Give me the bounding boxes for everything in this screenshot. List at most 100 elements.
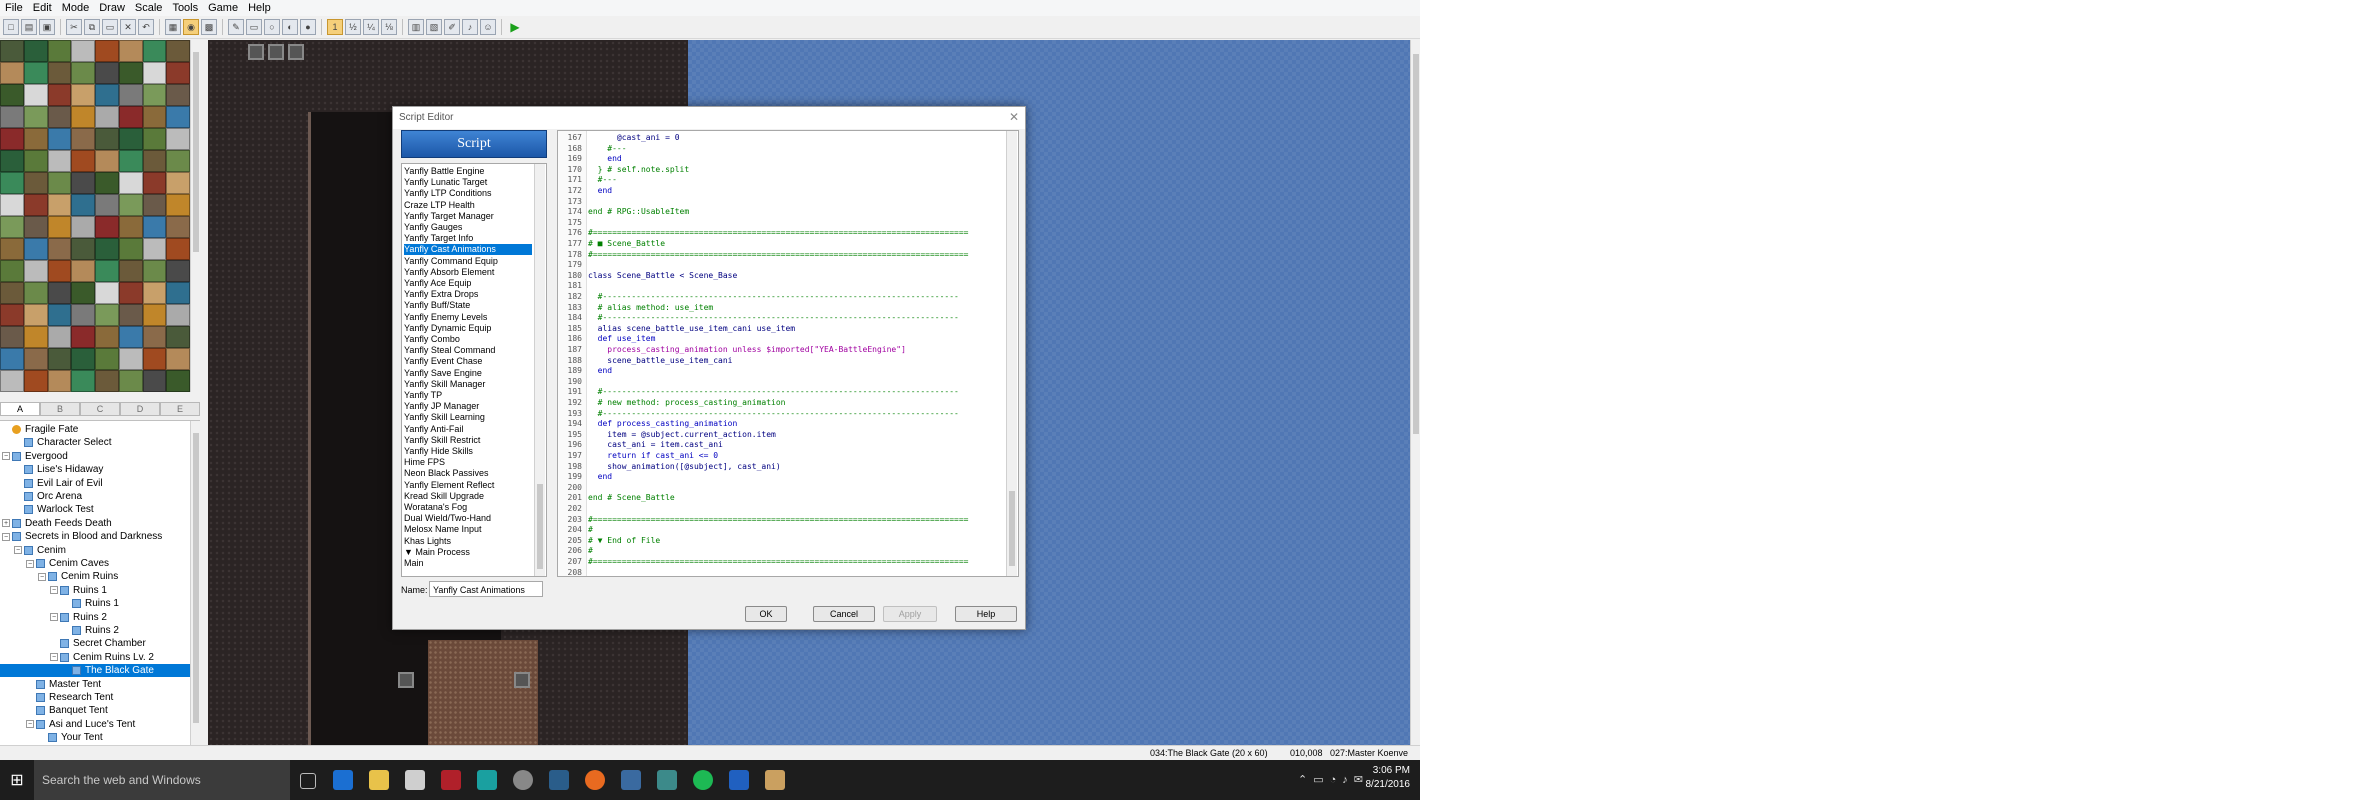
map-tree-item[interactable]: Banquet Tent: [0, 704, 200, 717]
open-project-icon[interactable]: ▤: [21, 19, 37, 35]
script-list-item[interactable]: Yanfly Steal Command: [404, 345, 532, 356]
script-list-item[interactable]: Kread Skill Upgrade: [404, 491, 532, 502]
paste-icon[interactable]: ▭: [102, 19, 118, 35]
zoom-half-icon[interactable]: ½: [345, 19, 361, 35]
tile[interactable]: [23, 40, 48, 62]
tile[interactable]: [23, 238, 48, 260]
tile[interactable]: [118, 370, 143, 392]
help-button[interactable]: Help: [955, 606, 1017, 622]
map-tree-item[interactable]: − Cenim Ruins Lv. 2: [0, 651, 200, 664]
tile-grid[interactable]: [0, 40, 190, 392]
menu-help[interactable]: Help: [243, 2, 276, 14]
app-icon-orange[interactable]: [585, 770, 605, 790]
map-tree-item[interactable]: − Cenim Caves: [0, 557, 200, 570]
tileset-palette[interactable]: [0, 40, 200, 392]
tile[interactable]: [47, 128, 72, 150]
script-list-item[interactable]: Yanfly Combo: [404, 334, 532, 345]
zoom-eighth-icon[interactable]: ⅛: [381, 19, 397, 35]
tile[interactable]: [0, 348, 24, 370]
script-list-item[interactable]: Neon Black Passives: [404, 468, 532, 479]
script-list-item[interactable]: Yanfly Cast Animations: [404, 244, 532, 256]
tile[interactable]: [0, 282, 24, 304]
tile[interactable]: [166, 216, 190, 238]
map-tree-item[interactable]: The Black Gate: [0, 664, 200, 678]
script-list-item[interactable]: Dual Wield/Two-Hand: [404, 513, 532, 524]
tile[interactable]: [95, 128, 119, 150]
script-list-item[interactable]: Yanfly Skill Manager: [404, 379, 532, 390]
tile[interactable]: [23, 304, 48, 326]
script-list-item[interactable]: Yanfly Skill Learning: [404, 412, 532, 423]
tile[interactable]: [118, 40, 143, 62]
pencil-icon[interactable]: ✎: [228, 19, 244, 35]
tile[interactable]: [0, 128, 24, 150]
map-tree-item[interactable]: Secret Chamber: [0, 637, 200, 650]
tile[interactable]: [166, 40, 190, 62]
tile[interactable]: [166, 106, 190, 128]
tile[interactable]: [0, 216, 24, 238]
tile[interactable]: [118, 238, 143, 260]
tile[interactable]: [95, 326, 119, 348]
tile[interactable]: [47, 62, 72, 84]
map-tree-item[interactable]: − Cenim: [0, 544, 200, 557]
collapse-icon[interactable]: −: [50, 653, 58, 662]
sound-test-icon[interactable]: ♪: [462, 19, 478, 35]
menu-scale[interactable]: Scale: [130, 2, 168, 14]
close-icon[interactable]: ✕: [1009, 110, 1019, 124]
tile[interactable]: [95, 150, 119, 172]
tile[interactable]: [47, 172, 72, 194]
menu-mode[interactable]: Mode: [57, 2, 95, 14]
tile[interactable]: [95, 238, 119, 260]
map-scrollbar[interactable]: [1410, 40, 1420, 745]
tile[interactable]: [47, 40, 72, 62]
tile[interactable]: [47, 348, 72, 370]
tile[interactable]: [0, 326, 24, 348]
taskbar-search-input[interactable]: Search the web and Windows: [34, 760, 290, 800]
tab-e[interactable]: E: [160, 402, 200, 416]
windows-start-icon[interactable]: ⊞: [0, 760, 34, 800]
steam-icon[interactable]: [549, 770, 569, 790]
tile[interactable]: [23, 216, 48, 238]
tile[interactable]: [0, 194, 24, 216]
ok-button[interactable]: OK: [745, 606, 787, 622]
map-tree-item[interactable]: + Death Feeds Death: [0, 517, 192, 530]
map-tree-item[interactable]: Ruins 1: [0, 597, 200, 610]
script-list-item[interactable]: Yanfly Buff/State: [404, 300, 532, 311]
map-tree-item[interactable]: Fragile Fate: [0, 423, 192, 436]
script-list-item[interactable]: Yanfly JP Manager: [404, 401, 532, 412]
tile[interactable]: [166, 282, 190, 304]
tile[interactable]: [47, 370, 72, 392]
tile[interactable]: [166, 194, 190, 216]
tile[interactable]: [142, 238, 167, 260]
script-list-item[interactable]: Yanfly Command Equip: [404, 256, 532, 267]
file-explorer-icon[interactable]: [369, 770, 389, 790]
tab-c[interactable]: C: [80, 402, 120, 416]
tile[interactable]: [71, 260, 95, 282]
tab-b[interactable]: B: [40, 402, 80, 416]
tile[interactable]: [71, 62, 95, 84]
tileset-scrollbar[interactable]: [190, 40, 200, 392]
menu-file[interactable]: File: [0, 2, 28, 14]
script-list-item[interactable]: Yanfly LTP Conditions: [404, 188, 532, 199]
tile[interactable]: [47, 106, 72, 128]
tile[interactable]: [166, 304, 190, 326]
tile[interactable]: [71, 348, 95, 370]
map-tree-item[interactable]: Ruins 2: [0, 624, 200, 637]
chrome-icon[interactable]: [513, 770, 533, 790]
tile[interactable]: [71, 216, 95, 238]
tile[interactable]: [95, 260, 119, 282]
collapse-icon[interactable]: −: [50, 586, 58, 595]
tile[interactable]: [71, 194, 95, 216]
tile[interactable]: [95, 282, 119, 304]
tile[interactable]: [95, 84, 119, 106]
tile[interactable]: [47, 304, 72, 326]
tile[interactable]: [23, 106, 48, 128]
cut-icon[interactable]: ✂: [66, 19, 82, 35]
tile[interactable]: [142, 150, 167, 172]
script-list-item[interactable]: Yanfly Target Info: [404, 233, 532, 244]
script-list-item[interactable]: Khas Lights: [404, 536, 532, 547]
tile[interactable]: [142, 106, 167, 128]
tile[interactable]: [142, 84, 167, 106]
script-list-item[interactable]: Hime FPS: [404, 457, 532, 468]
app-icon-cyan[interactable]: [657, 770, 677, 790]
script-list-item[interactable]: Craze LTP Health: [404, 200, 532, 211]
